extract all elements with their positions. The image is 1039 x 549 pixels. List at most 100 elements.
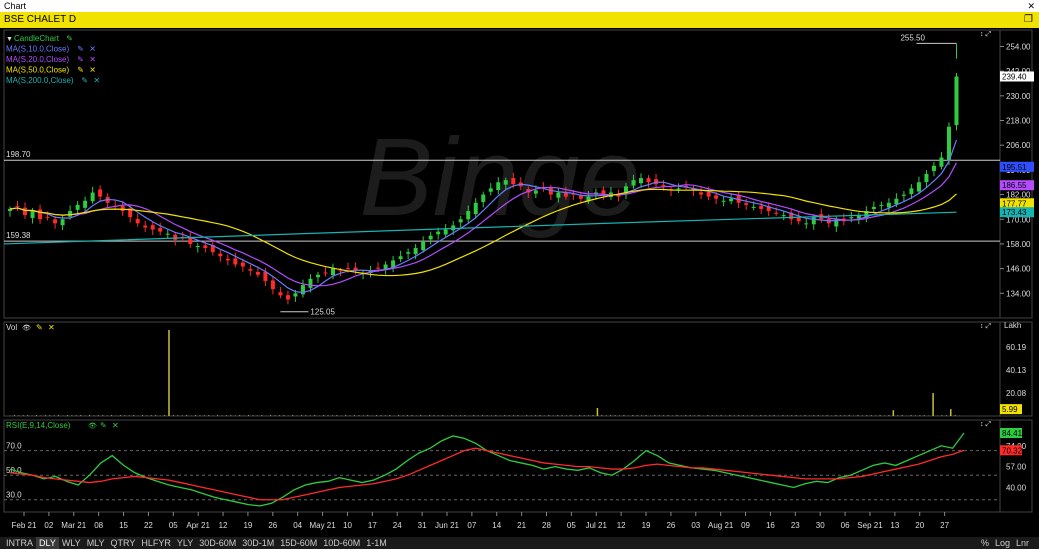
- pane-control-icon: ↕ ⤢: [980, 323, 991, 330]
- candle-body: [706, 191, 711, 197]
- candle-body: [225, 258, 230, 261]
- level-label-lower: 159.38: [6, 231, 31, 240]
- vol-badge-label: 5.99: [1002, 405, 1018, 414]
- remove-icon: ✕: [112, 421, 119, 430]
- timeframe-tab[interactable]: HLFYR: [138, 537, 174, 549]
- candle-body: [744, 203, 749, 205]
- vol-tick-label: 40.13: [1006, 366, 1027, 375]
- timeframe-tab[interactable]: 30D-1M: [239, 537, 277, 549]
- x-axis-label: 13: [890, 521, 899, 530]
- edit-icon: ✎: [77, 45, 84, 54]
- timeframe-tab[interactable]: YLY: [174, 537, 196, 549]
- legend-label: MA(S,10.0,Close): [6, 45, 69, 54]
- remove-icon: ✕: [89, 45, 96, 54]
- scale-mode-button[interactable]: Lnr: [1013, 537, 1032, 549]
- candle-body: [699, 192, 704, 195]
- vol-tick-label: 20.08: [1006, 389, 1027, 398]
- timeframe-tab[interactable]: DLY: [36, 537, 59, 549]
- rsi-tick-label: 57.00: [1006, 463, 1027, 472]
- candle-body: [676, 188, 681, 190]
- remove-icon: ✕: [48, 323, 55, 332]
- candle-body: [30, 211, 35, 218]
- timeframe-tab[interactable]: INTRA: [3, 537, 36, 549]
- timeframe-tab[interactable]: 15D-60M: [277, 537, 320, 549]
- price-tick-label: 206.00: [1006, 141, 1031, 150]
- timeframe-tab[interactable]: 30D-60M: [196, 537, 239, 549]
- x-axis-label: Sep 21: [857, 521, 883, 530]
- candle-body: [481, 194, 486, 202]
- edit-icon: ✎: [100, 421, 107, 430]
- candle-body: [721, 200, 726, 202]
- timeframe-tab[interactable]: 1-1M: [363, 537, 390, 549]
- pane-control-icon: ↕ ⤢: [980, 31, 991, 38]
- remove-icon: ✕: [89, 55, 96, 64]
- pane-border: [3, 419, 1033, 513]
- legend-label: MA(S,200.0,Close): [6, 76, 74, 85]
- candle-body: [871, 206, 876, 209]
- candle-body: [638, 178, 643, 184]
- timeframe-bar: INTRA DLY WLY MLY QTRY HLFYR YLY 30D-60M 30D-1M 1…: [0, 537, 1039, 549]
- candle-body: [53, 219, 58, 224]
- candle-body: [714, 195, 719, 199]
- high-annotation: 255.50: [900, 33, 925, 42]
- x-axis-label: 22: [144, 521, 153, 530]
- candle-body: [240, 262, 245, 267]
- x-axis-label: 23: [791, 521, 800, 530]
- timeframe-tab[interactable]: WLY: [59, 537, 84, 549]
- rsi-signal-line: [9, 447, 965, 501]
- candle-body: [60, 219, 65, 226]
- candle-body: [443, 229, 448, 235]
- candle-body: [556, 192, 561, 198]
- candle-body: [315, 274, 320, 278]
- candle-body: [473, 202, 478, 215]
- candle-body: [511, 177, 516, 185]
- candle-body: [158, 227, 163, 232]
- timeframe-tab[interactable]: QTRY: [108, 537, 139, 549]
- eye-icon: 👁: [88, 422, 97, 430]
- x-axis-label: 21: [517, 521, 526, 530]
- candle-body: [458, 219, 463, 223]
- candle-body: [916, 182, 921, 192]
- candle-body: [218, 253, 223, 257]
- candle-body: [406, 252, 411, 254]
- price-badge-label: 186.55: [1002, 181, 1027, 190]
- candle-body: [398, 256, 403, 260]
- price-badge-label: 195.51: [1002, 163, 1027, 172]
- timeframe-tab[interactable]: 10D-60M: [320, 537, 363, 549]
- candle-body: [150, 225, 155, 230]
- x-axis-label: Jul 21: [586, 521, 608, 530]
- candle-body: [466, 211, 471, 220]
- edit-icon: ✎: [36, 323, 43, 332]
- scale-mode-button[interactable]: Log: [992, 537, 1013, 549]
- remove-icon: ✕: [89, 66, 96, 75]
- x-axis-label: 03: [691, 521, 700, 530]
- candle-body: [729, 198, 734, 202]
- x-axis-label: 19: [642, 521, 651, 530]
- candle-body: [248, 269, 253, 271]
- rsi-left-tick: 30.0: [6, 491, 22, 500]
- x-axis-label: 05: [169, 521, 178, 530]
- candle-body: [278, 292, 283, 296]
- candle-body: [946, 126, 951, 161]
- candle-body: [931, 165, 936, 171]
- candle-body: [323, 272, 328, 274]
- x-axis-label: 08: [94, 521, 103, 530]
- x-axis-label: Mar 21: [61, 521, 86, 530]
- legend-label: MA(S,50.0,Close): [6, 66, 69, 75]
- chart-area[interactable]: Binge254.00242.00230.00218.00206.00194.0…: [0, 0, 1039, 537]
- timeframe-tab[interactable]: MLY: [84, 537, 108, 549]
- rsi-line: [9, 432, 965, 507]
- scale-mode-button[interactable]: %: [978, 537, 992, 549]
- candle-body: [75, 204, 80, 210]
- x-axis-label: May 21: [309, 521, 336, 530]
- x-axis-label: Feb 21: [12, 521, 37, 530]
- candle-body: [90, 192, 95, 202]
- candle-body: [759, 205, 764, 209]
- rsi-badge-label: 84.41: [1002, 429, 1023, 438]
- candle-body: [98, 189, 103, 197]
- candle-body: [195, 246, 200, 248]
- candle-body: [331, 268, 336, 276]
- x-axis-label: 27: [940, 521, 949, 530]
- candle-body: [578, 195, 583, 199]
- x-axis-label: 17: [368, 521, 377, 530]
